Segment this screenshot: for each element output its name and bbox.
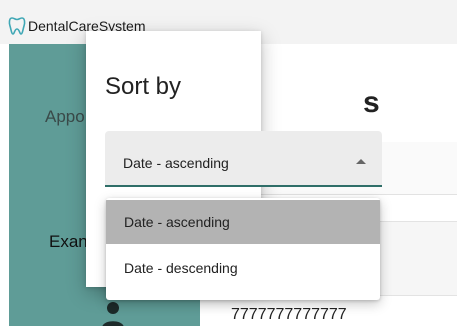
tooth-icon — [8, 17, 26, 35]
sidebar-item-examinations[interactable]: Exan — [49, 232, 88, 252]
sort-select-value: Date - ascending — [123, 155, 229, 171]
sort-options-menu: Date - ascending Date - descending — [106, 198, 380, 300]
option-label: Date - ascending — [124, 214, 230, 230]
sort-option-date-descending[interactable]: Date - descending — [106, 246, 380, 290]
dialog-title: Sort by — [105, 73, 182, 100]
chevron-up-icon — [356, 159, 366, 164]
sort-option-date-ascending[interactable]: Date - ascending — [106, 200, 380, 244]
option-label: Date - descending — [124, 260, 238, 276]
sort-select[interactable]: Date - ascending — [105, 131, 382, 187]
sidebar-item-appointments[interactable]: Appo — [45, 107, 85, 127]
page-title-fragment: s — [363, 86, 380, 119]
person-icon[interactable] — [101, 300, 125, 326]
row-phone-value: 7777777777777 — [231, 306, 347, 323]
